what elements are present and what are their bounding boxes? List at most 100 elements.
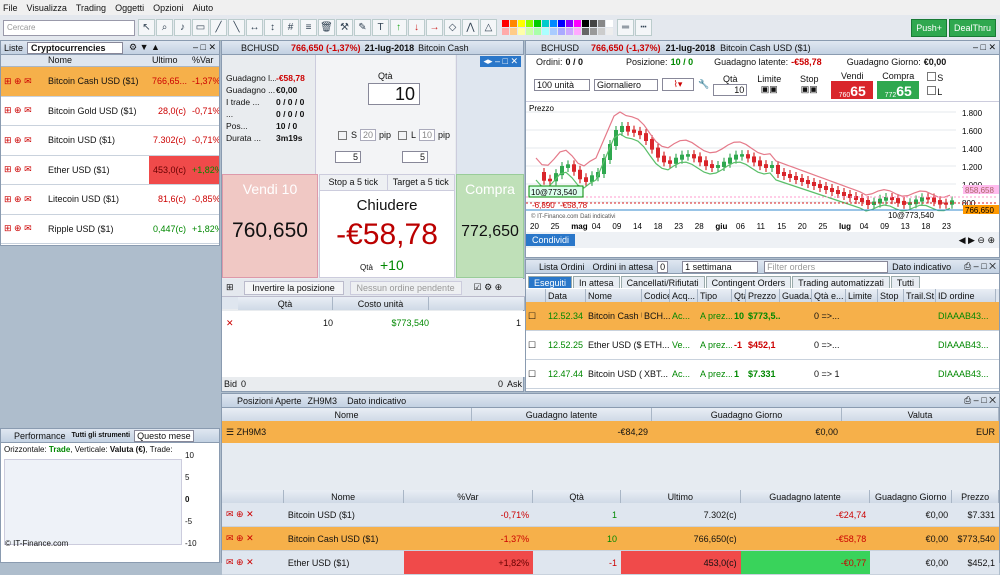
row-action-icons[interactable]: ⊞ ⊕ ✉ xyxy=(1,164,45,175)
limit-checkbox[interactable] xyxy=(398,130,407,140)
pos-col[interactable]: Prezzo xyxy=(952,490,1000,503)
stop-buttons[interactable]: ▣▣ xyxy=(801,84,818,95)
orders-tab[interactable]: Trading automatizzati xyxy=(792,276,890,288)
line-style-icon[interactable]: ┅ xyxy=(635,19,652,36)
zoom-icon[interactable]: ⌕ xyxy=(156,19,173,36)
menu-aiuto[interactable]: Aiuto xyxy=(193,3,214,13)
position-row[interactable]: ✉ ⊕ ✕ Ether USD ($1) +1,82% -1 453,0(c) -€0,7… xyxy=(222,551,999,575)
orders-col[interactable]: Acq... xyxy=(670,289,698,302)
invert-position-button[interactable]: Invertire la posizione xyxy=(243,280,344,295)
menu-opzioni[interactable]: Opzioni xyxy=(153,3,184,13)
pending-order-button[interactable]: Nessun ordine pendente xyxy=(349,280,462,295)
row-action-icons[interactable]: ⊞ ⊕ ✉ xyxy=(1,194,45,205)
row-action-icons[interactable]: ⊞ ⊕ ✉ xyxy=(1,105,45,116)
menu-visualizza[interactable]: Visualizza xyxy=(27,3,67,13)
orders-filter[interactable]: Filter orders xyxy=(764,260,889,273)
arrow-up-icon[interactable]: ↑ xyxy=(390,19,407,36)
chart-sell-button[interactable]: 760 65 xyxy=(831,80,874,99)
ticket-chart-icon[interactable]: ☑ ⚙ ⊕ xyxy=(474,282,503,293)
orders-tab[interactable]: Tutti xyxy=(890,276,921,288)
shape-icon[interactable]: ◇ xyxy=(444,19,461,36)
stop-stepper[interactable]: 5 xyxy=(335,151,361,163)
position-row[interactable]: ✉ ⊕ ✕ Bitcoin Cash USD ($1) -1,37% 10 766,65… xyxy=(222,527,999,551)
alert-bell-icon[interactable]: ♪ xyxy=(174,19,191,36)
row-action-icons[interactable]: ⊞ ⊕ ✉ xyxy=(1,76,45,87)
menu-oggetti[interactable]: Oggetti xyxy=(115,3,144,13)
chart-s-check[interactable]: S xyxy=(927,72,943,83)
chart-qty-input[interactable]: 10 xyxy=(713,83,748,96)
col-costo[interactable]: Costo unità xyxy=(333,297,429,310)
trendline-icon[interactable]: ╲ xyxy=(228,19,245,36)
col-qta[interactable]: Qtà xyxy=(238,297,333,310)
qty-input[interactable]: 10 xyxy=(368,83,420,105)
chart-type-icon[interactable]: ⌇▾ xyxy=(662,78,694,91)
line-width-icon[interactable]: ═ xyxy=(617,19,634,36)
s-pip-input[interactable]: 20 xyxy=(360,129,377,141)
vertical-line-icon[interactable]: ↕ xyxy=(264,19,281,36)
text-tool-icon[interactable]: T xyxy=(372,19,389,36)
channel-icon[interactable]: # xyxy=(282,19,299,36)
perf-tools[interactable]: Tutti gli strumenti xyxy=(72,432,131,439)
units-select[interactable]: 100 unità xyxy=(534,78,590,91)
col-ultimo[interactable]: Ultimo xyxy=(149,55,189,66)
limit-buttons[interactable]: ▣▣ xyxy=(761,84,778,95)
watchlist-row[interactable]: ⊞ ⊕ ✉Ripple USD ($1) 0,447(c) +1,82% xyxy=(1,215,219,244)
orders-col[interactable]: ID ordine xyxy=(936,289,996,302)
orders-col[interactable]: Prezzo xyxy=(746,289,780,302)
orders-controls[interactable]: ⎙ – □ ✕ xyxy=(964,261,999,272)
orders-col[interactable]: Qtà e... xyxy=(812,289,846,302)
dealthru-button[interactable]: DealThru xyxy=(948,18,996,37)
orders-tab[interactable]: In attesa xyxy=(573,276,620,288)
line-tool-icon[interactable]: ╱ xyxy=(210,19,227,36)
close-button[interactable]: Chiudere xyxy=(320,197,454,214)
position-action-icons[interactable]: ✉ ⊕ ✕ xyxy=(222,533,284,544)
orders-pending-label[interactable]: Ordini in attesa xyxy=(593,262,654,272)
pos-col[interactable]: Guadagno latente xyxy=(740,490,871,503)
pen-icon[interactable]: ✎ xyxy=(354,19,371,36)
pos-col[interactable]: Nome xyxy=(283,490,404,503)
pointer-icon[interactable]: ↖ xyxy=(138,19,155,36)
ticket-controls[interactable]: ◂▸ – □ ✕ xyxy=(480,56,521,67)
orders-period[interactable]: 1 settimana xyxy=(682,260,759,273)
acct-col[interactable]: Valuta xyxy=(842,408,999,421)
perf-period[interactable]: Questo mese xyxy=(134,429,194,442)
orders-col[interactable]: Qtà xyxy=(732,289,746,302)
order-row[interactable]: ☐ 12.52.25 Ether USD ($1)ETH...Ve... A prez… xyxy=(526,331,999,360)
col-nome[interactable]: Nome xyxy=(45,55,149,66)
tools-icon[interactable]: ⚒ xyxy=(336,19,353,36)
chart-buy-button[interactable]: 772 65 xyxy=(877,80,920,99)
order-row[interactable]: ☐ 12.52.34 Bitcoin Cash U...BCH...Ac... A p… xyxy=(526,302,999,331)
pos-col[interactable]: Guadagno Giorno xyxy=(870,490,953,503)
orders-col[interactable]: Nome xyxy=(586,289,642,302)
search-input[interactable]: Cercare xyxy=(3,19,135,36)
chart-l-check[interactable]: L xyxy=(927,86,943,97)
watchlist-row[interactable]: ⊞ ⊕ ✉ Bitcoin Cash USD ($1) 766,65... -1,37… xyxy=(1,67,219,97)
l-pip-input[interactable]: 10 xyxy=(419,129,436,141)
fibonacci-icon[interactable]: ≡ xyxy=(300,19,317,36)
watchlist-row[interactable]: ⊞ ⊕ ✉ Bitcoin Gold USD ($1) 28,0(c) -0,71% xyxy=(1,97,219,126)
ticket-pos-row[interactable]: ✕ 10 $773,540 1 xyxy=(222,311,525,335)
col-var[interactable]: %Var xyxy=(189,55,219,66)
watchlist-row[interactable]: ⊞ ⊕ ✉ Bitcoin USD ($1) 7.302(c) -0,71% xyxy=(1,126,219,156)
target-5-tick-button[interactable]: Target a 5 tick xyxy=(387,175,454,190)
arrow-right-icon[interactable]: → xyxy=(426,19,443,36)
row-action-icons[interactable]: ⊞ ⊕ ✉ xyxy=(1,223,45,234)
positions-controls[interactable]: ⎙ – □ ✕ xyxy=(964,395,999,406)
acct-col[interactable]: Guadagno latente xyxy=(472,408,652,421)
zigzag-icon[interactable]: ⋀ xyxy=(462,19,479,36)
list-tools-icon[interactable]: ⚙ ▼ ▲ xyxy=(129,42,160,53)
price-chart[interactable]: Prezzo 1.8001.6001.4001.2001.0008002025m… xyxy=(526,102,999,232)
close-pos-icon[interactable]: ✕ xyxy=(226,318,238,329)
period-select[interactable]: Giornaliero xyxy=(594,78,658,91)
color-palette[interactable] xyxy=(502,20,613,35)
watchlist-row[interactable]: ⊞ ⊕ ✉ Litecoin USD ($1) 81,6(c) -0,85% xyxy=(1,185,219,215)
share-button[interactable]: Condividi xyxy=(526,234,576,246)
position-action-icons[interactable]: ✉ ⊕ ✕ xyxy=(222,509,284,520)
position-row[interactable]: ✉ ⊕ ✕ Bitcoin USD ($1) -0,71% 1 7.302(c) -€24… xyxy=(222,503,999,527)
target-stepper[interactable]: 5 xyxy=(402,151,428,163)
chart-window-controls[interactable]: – □ ✕ xyxy=(973,42,999,53)
orders-tab[interactable]: Cancellati/Rifiutati xyxy=(620,276,705,288)
menu-file[interactable]: File xyxy=(3,3,18,13)
acct-col[interactable]: Nome xyxy=(222,408,472,421)
menu-trading[interactable]: Trading xyxy=(76,3,106,13)
